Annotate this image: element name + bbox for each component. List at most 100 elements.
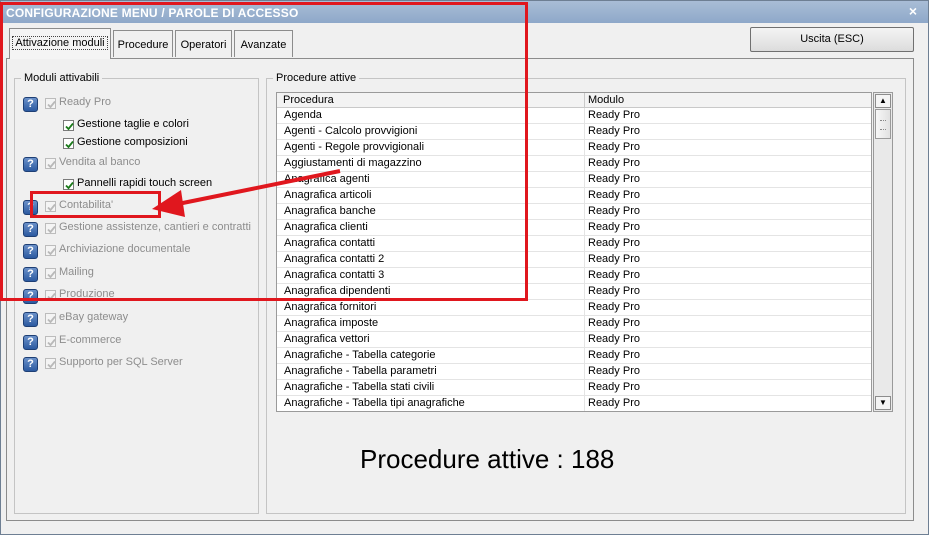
help-icon[interactable]: ? bbox=[23, 97, 38, 112]
scroll-down-icon[interactable]: ▼ bbox=[875, 396, 891, 410]
tab-advanced[interactable]: Avanzate bbox=[234, 30, 293, 57]
scroll-up-icon[interactable]: ▲ bbox=[875, 94, 891, 108]
procedure-cell: Anagrafica contatti 2 bbox=[277, 252, 585, 268]
procedure-cell: Anagrafiche - Tabella tipi anagrafiche bbox=[277, 396, 585, 411]
help-icon[interactable]: ? bbox=[23, 289, 38, 304]
table-row[interactable]: Anagrafica fornitori Ready Pro bbox=[277, 300, 871, 316]
module-checkbox bbox=[45, 268, 56, 279]
table-row[interactable]: Anagrafica articoli Ready Pro bbox=[277, 188, 871, 204]
help-icon[interactable]: ? bbox=[23, 222, 38, 237]
table-row[interactable]: Anagrafica contatti Ready Pro bbox=[277, 236, 871, 252]
checkmark-icon bbox=[47, 315, 56, 324]
help-icon[interactable]: ? bbox=[23, 357, 38, 372]
table-row[interactable]: Anagrafica agenti Ready Pro bbox=[277, 172, 871, 188]
table-row[interactable]: Aggiustamenti di magazzino Ready Pro bbox=[277, 156, 871, 172]
procedure-cell: Anagrafica fornitori bbox=[277, 300, 585, 316]
module-label: Produzione bbox=[59, 288, 115, 300]
checkmark-icon bbox=[65, 122, 74, 131]
table-row[interactable]: Anagrafiche - Tabella categorie Ready Pro bbox=[277, 348, 871, 364]
tab-label: Attivazione moduli bbox=[12, 36, 108, 50]
checkmark-icon bbox=[47, 160, 56, 169]
table-row[interactable]: Anagrafica banche Ready Pro bbox=[277, 204, 871, 220]
table-row[interactable]: Agenti - Calcolo provvigioni Ready Pro bbox=[277, 124, 871, 140]
module-cell: Ready Pro bbox=[588, 205, 640, 217]
procedure-cell: Anagrafica contatti bbox=[277, 236, 585, 252]
module-checkbox[interactable] bbox=[63, 120, 74, 131]
procedure-cell: Aggiustamenti di magazzino bbox=[277, 156, 585, 172]
module-checkbox[interactable] bbox=[63, 138, 74, 149]
module-cell: Ready Pro bbox=[588, 269, 640, 281]
table-row[interactable]: Anagrafica imposte Ready Pro bbox=[277, 316, 871, 332]
checkmark-icon bbox=[65, 181, 74, 190]
table-row[interactable]: Anagrafica clienti Ready Pro bbox=[277, 220, 871, 236]
procedure-cell: Anagrafica contatti 3 bbox=[277, 268, 585, 284]
procedure-cell: Anagrafica agenti bbox=[277, 172, 585, 188]
table-row[interactable]: Anagrafica contatti 3 Ready Pro bbox=[277, 268, 871, 284]
module-checkbox bbox=[45, 223, 56, 234]
grip-icon bbox=[880, 120, 886, 130]
module-cell: Ready Pro bbox=[588, 397, 640, 409]
procedures-table[interactable]: Procedura Modulo Agenda Ready Pro Agenti -… bbox=[276, 92, 872, 412]
table-row[interactable]: Anagrafiche - Tabella parametri Ready Pro bbox=[277, 364, 871, 380]
module-label: Gestione composizioni bbox=[77, 136, 188, 148]
exit-button[interactable]: Uscita (ESC) bbox=[750, 27, 914, 52]
procedure-cell: Anagrafica articoli bbox=[277, 188, 585, 204]
module-label: Gestione taglie e colori bbox=[77, 118, 189, 130]
checkmark-icon bbox=[47, 270, 56, 279]
module-cell: Ready Pro bbox=[588, 141, 640, 153]
help-icon[interactable]: ? bbox=[23, 312, 38, 327]
table-row[interactable]: Agenti - Regole provvigionali Ready Pro bbox=[277, 140, 871, 156]
module-checkbox bbox=[45, 336, 56, 347]
help-icon[interactable]: ? bbox=[23, 200, 38, 215]
help-icon[interactable]: ? bbox=[23, 335, 38, 350]
module-cell: Ready Pro bbox=[588, 173, 640, 185]
module-checkbox bbox=[45, 201, 56, 212]
table-row[interactable]: Anagrafica contatti 2 Ready Pro bbox=[277, 252, 871, 268]
help-icon[interactable]: ? bbox=[23, 157, 38, 172]
table-row[interactable]: Anagrafica dipendenti Ready Pro bbox=[277, 284, 871, 300]
table-row[interactable]: Anagrafiche - Tabella stati civili Ready … bbox=[277, 380, 871, 396]
module-label: E-commerce bbox=[59, 334, 122, 346]
checkmark-icon bbox=[47, 360, 56, 369]
module-label: Pannelli rapidi touch screen bbox=[77, 177, 213, 189]
module-checkbox bbox=[45, 158, 56, 169]
procedure-cell: Anagrafica clienti bbox=[277, 220, 585, 236]
tab-label: Operatori bbox=[180, 39, 227, 51]
module-label: Vendita al banco bbox=[59, 156, 141, 168]
close-icon[interactable]: × bbox=[906, 3, 920, 19]
tab-operators[interactable]: Operatori bbox=[175, 30, 232, 57]
module-label: Mailing bbox=[59, 266, 94, 278]
help-icon[interactable]: ? bbox=[23, 267, 38, 282]
checkmark-icon bbox=[47, 225, 56, 234]
modules-group-title: Moduli attivabili bbox=[21, 72, 103, 84]
column-header-module[interactable]: Modulo bbox=[585, 93, 871, 108]
checkmark-icon bbox=[47, 203, 56, 212]
tab-activation-modules[interactable]: Attivazione moduli bbox=[9, 28, 111, 59]
module-cell: Ready Pro bbox=[588, 221, 640, 233]
module-cell: Ready Pro bbox=[588, 189, 640, 201]
module-checkbox bbox=[45, 245, 56, 256]
tab-procedures[interactable]: Procedure bbox=[113, 30, 173, 57]
checkmark-icon bbox=[47, 292, 56, 301]
module-checkbox bbox=[45, 313, 56, 324]
checkmark-icon bbox=[47, 338, 56, 347]
title-bar: CONFIGURAZIONE MENU / PAROLE DI ACCESSO … bbox=[1, 1, 928, 23]
procedure-cell: Anagrafica vettori bbox=[277, 332, 585, 348]
table-row[interactable]: Anagrafiche - Tabella tipi anagrafiche Re… bbox=[277, 396, 871, 411]
active-procedures-count: Procedure attive : 188 bbox=[360, 444, 615, 474]
vertical-scrollbar[interactable]: ▲ ▼ bbox=[873, 92, 893, 412]
module-checkbox bbox=[45, 358, 56, 369]
procedure-cell: Agenda bbox=[277, 108, 585, 124]
column-header-procedure[interactable]: Procedura bbox=[277, 93, 585, 108]
help-icon[interactable]: ? bbox=[23, 244, 38, 259]
module-checkbox[interactable] bbox=[63, 179, 74, 190]
procedure-cell: Anagrafica imposte bbox=[277, 316, 585, 332]
module-label: Gestione assistenze, cantieri e contratt… bbox=[59, 221, 251, 233]
checkmark-icon bbox=[47, 247, 56, 256]
scroll-thumb[interactable] bbox=[875, 109, 891, 139]
module-cell: Ready Pro bbox=[588, 109, 640, 121]
table-row[interactable]: Anagrafica vettori Ready Pro bbox=[277, 332, 871, 348]
table-row[interactable]: Agenda Ready Pro bbox=[277, 108, 871, 124]
window-title: CONFIGURAZIONE MENU / PAROLE DI ACCESSO bbox=[6, 6, 299, 20]
module-cell: Ready Pro bbox=[588, 157, 640, 169]
